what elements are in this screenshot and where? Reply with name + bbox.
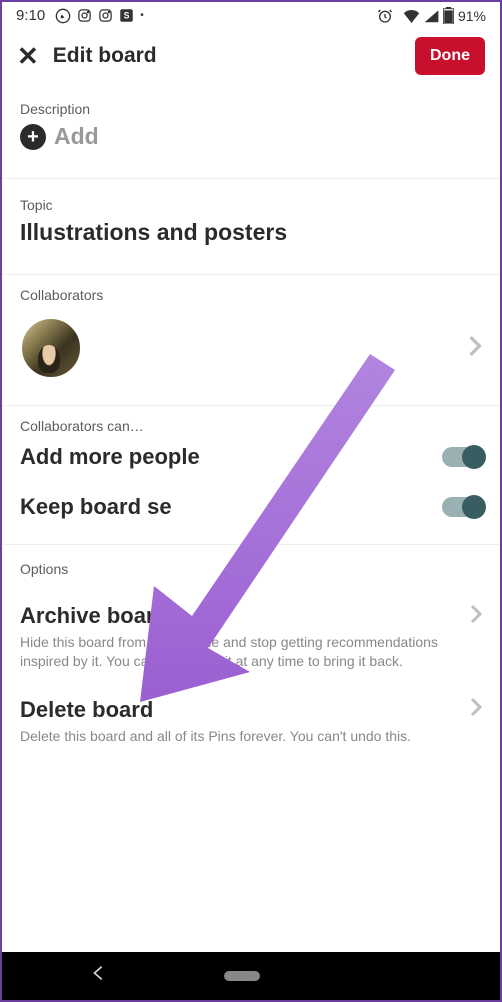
collaborators-section: Collaborators [2,275,500,406]
header: ✕ Edit board Done [2,27,500,89]
archive-board-option[interactable]: Archive board Hide this board from your … [20,603,482,671]
signal-icon [424,9,439,23]
done-button[interactable]: Done [415,37,485,75]
close-icon[interactable]: ✕ [17,43,39,69]
nav-home-pill[interactable] [224,971,260,981]
page-title: Edit board [53,44,157,68]
whatsapp-icon [55,8,71,24]
description-section: Description + Add [2,89,500,179]
status-bar: 9:10 S • 91% [2,2,500,27]
status-left: 9:10 S • [16,7,144,24]
chevron-right-icon [468,335,482,362]
topic-value: Illustrations and posters [20,219,482,246]
battery-icon [443,7,454,24]
collab-can-section: Collaborators can… Add more people Keep … [2,406,500,545]
collaborators-row[interactable] [20,317,482,379]
collaborators-label: Collaborators [20,287,482,303]
delete-board-option[interactable]: Delete board Delete this board and all o… [20,697,482,746]
toggle-add-people[interactable] [442,447,482,467]
delete-subtitle: Delete this board and all of its Pins fo… [20,727,482,746]
nav-back-button[interactable] [90,964,108,988]
options-section: Options Archive board Hide this board fr… [2,545,500,764]
archive-title: Archive board [20,603,168,629]
toggle-add-people-row: Add more people [20,444,482,470]
android-nav-bar [2,952,500,1000]
topic-label: Topic [20,197,482,213]
instagram-icon [77,8,92,23]
svg-text:S: S [124,11,130,21]
avatar [20,317,82,379]
add-text: Add [54,123,99,150]
chevron-right-icon [470,604,482,629]
archive-subtitle: Hide this board from your profile and st… [20,633,482,671]
toggle-add-people-label: Add more people [20,444,200,470]
wifi-icon [403,9,420,23]
topic-section[interactable]: Topic Illustrations and posters [2,179,500,275]
status-time: 9:10 [16,7,45,24]
toggle-keep-secret-label: Keep board se [20,494,172,520]
toggle-keep-secret[interactable] [442,497,482,517]
chevron-right-icon [470,697,482,722]
battery-percent: 91% [458,8,486,24]
toggle-keep-secret-row: Keep board se [20,494,482,520]
collab-can-label: Collaborators can… [20,418,482,434]
add-description-button[interactable]: + Add [20,123,482,150]
plus-icon: + [20,124,46,150]
dot-icon: • [140,10,144,21]
options-label: Options [20,561,482,577]
delete-title: Delete board [20,697,153,723]
alarm-icon [377,8,393,24]
description-label: Description [20,101,482,117]
instagram-icon-2 [98,8,113,23]
s-badge-icon: S [119,8,134,23]
status-right: 91% [377,7,486,24]
